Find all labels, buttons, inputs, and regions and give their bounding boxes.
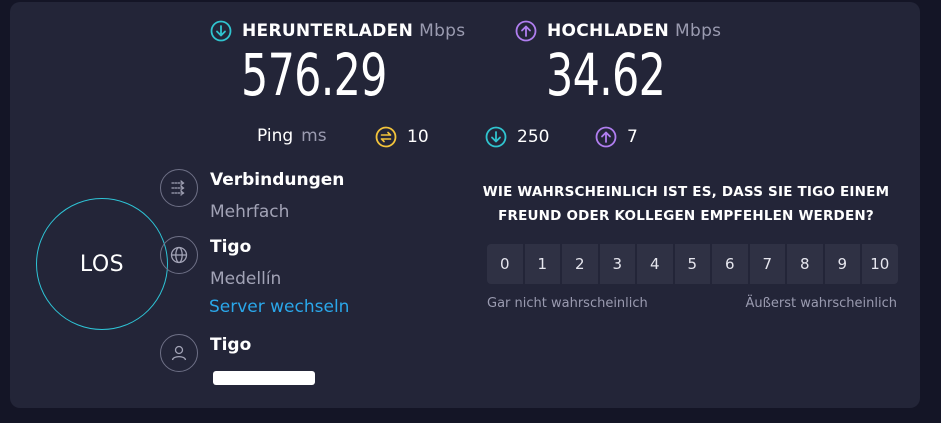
scale-low-label: Gar nicht wahrscheinlich bbox=[487, 296, 648, 311]
download-label: HERUNTERLADEN bbox=[242, 21, 414, 41]
rating-3-button[interactable]: 3 bbox=[599, 244, 635, 284]
ping-row: Ping ms bbox=[257, 126, 327, 146]
ping-unit: ms bbox=[301, 126, 327, 146]
rating-6-button[interactable]: 6 bbox=[712, 244, 748, 284]
ping-upload: 7 bbox=[595, 126, 638, 148]
download-latency-icon bbox=[485, 126, 507, 148]
connections-value: Mehrfach bbox=[210, 202, 290, 222]
rating-scale: 0 1 2 3 4 5 6 7 8 9 10 bbox=[487, 244, 898, 284]
rating-2-button[interactable]: 2 bbox=[562, 244, 598, 284]
rating-0-button[interactable]: 0 bbox=[487, 244, 523, 284]
upload-label: HOCHLADEN bbox=[547, 21, 670, 41]
rating-4-button[interactable]: 4 bbox=[637, 244, 673, 284]
provider-title: Tigo bbox=[210, 335, 252, 355]
connections-icon bbox=[160, 169, 198, 207]
rating-7-button[interactable]: 7 bbox=[749, 244, 785, 284]
user-icon bbox=[160, 334, 198, 372]
ping-download: 250 bbox=[485, 126, 549, 148]
upload-header: HOCHLADEN Mbps bbox=[515, 20, 721, 42]
rating-1-button[interactable]: 1 bbox=[524, 244, 560, 284]
connections-title: Verbindungen bbox=[210, 170, 345, 190]
speedtest-card: HERUNTERLADEN Mbps 576.29 HOCHLADEN Mbps… bbox=[10, 2, 920, 408]
rating-5-button[interactable]: 5 bbox=[674, 244, 710, 284]
download-unit: Mbps bbox=[419, 21, 466, 41]
survey-question: WIE WAHRSCHEINLICH IST ES, DASS SIE TIGO… bbox=[482, 184, 890, 224]
ping-idle: 10 bbox=[375, 126, 429, 148]
download-value: 576.29 bbox=[241, 41, 387, 109]
upload-arrow-icon bbox=[515, 20, 537, 42]
server-location: Medellín bbox=[210, 269, 282, 289]
scale-high-label: Äußerst wahrscheinlich bbox=[745, 296, 897, 311]
upload-latency-icon bbox=[595, 126, 617, 148]
change-server-link[interactable]: Server wechseln bbox=[209, 297, 349, 317]
download-header: HERUNTERLADEN Mbps bbox=[210, 20, 465, 42]
download-arrow-icon bbox=[210, 20, 232, 42]
ping-label: Ping bbox=[257, 126, 294, 146]
rating-9-button[interactable]: 9 bbox=[824, 244, 860, 284]
upload-unit: Mbps bbox=[675, 21, 722, 41]
rating-8-button[interactable]: 8 bbox=[787, 244, 823, 284]
server-title: Tigo bbox=[210, 237, 252, 257]
ping-idle-value: 10 bbox=[407, 127, 429, 147]
idle-latency-icon bbox=[375, 126, 397, 148]
go-button[interactable]: LOS bbox=[36, 198, 168, 330]
globe-icon bbox=[160, 236, 198, 274]
ping-upload-value: 7 bbox=[627, 127, 638, 147]
redacted-ip bbox=[213, 371, 315, 385]
rating-10-button[interactable]: 10 bbox=[862, 244, 898, 284]
ping-download-value: 250 bbox=[517, 127, 550, 147]
upload-value: 34.62 bbox=[546, 41, 666, 109]
